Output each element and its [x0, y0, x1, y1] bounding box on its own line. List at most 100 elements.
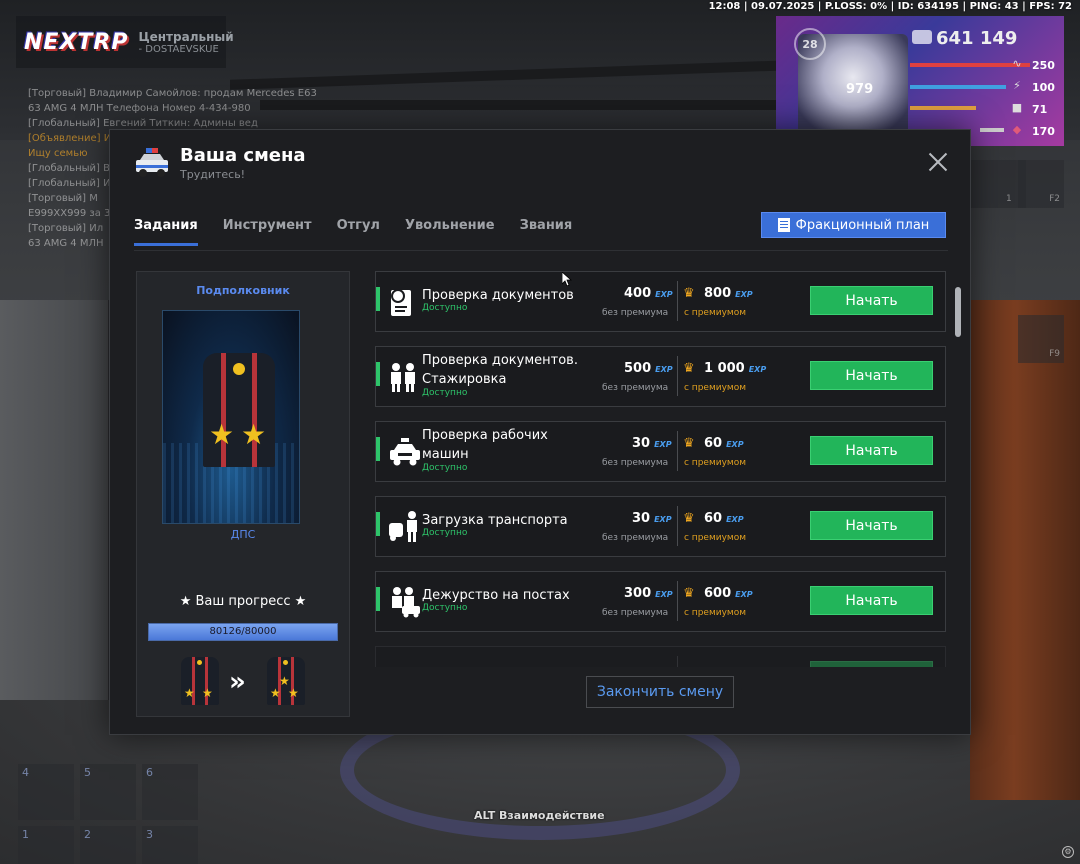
task-status: Доступно [422, 303, 468, 313]
exp-premium: 800 EXP [704, 286, 753, 301]
task-status: Доступно [422, 388, 468, 398]
start-button[interactable]: Начать [810, 511, 933, 540]
tabs-divider [134, 250, 948, 251]
rank-name: Подполковник [196, 284, 290, 297]
modal-header: Ваша смена Трудитесь! [134, 145, 306, 181]
rank-panel: Подполковник ★ ★ ДПС ★ Ваш прогресс ★ 80… [136, 271, 350, 717]
separator [677, 356, 678, 396]
armor-bar [910, 85, 1006, 89]
hotbar-key: 2 [84, 828, 91, 841]
task-row-partial [375, 646, 946, 667]
crown-icon: ♛ [683, 361, 695, 376]
start-button[interactable]: Начать [810, 361, 933, 390]
patrol-post-icon [388, 584, 420, 618]
close-icon[interactable] [928, 152, 948, 172]
task-status: Доступно [422, 463, 468, 473]
hotbar-key: 6 [146, 766, 153, 779]
epaulet-button [233, 363, 245, 375]
side-slot[interactable]: 1 [964, 160, 1026, 208]
exp-base: 30 EXP [632, 436, 672, 451]
faction-plan-label: Фракционный план [795, 217, 930, 233]
exp-base: 300 EXP [624, 586, 673, 601]
task-status: Доступно [422, 528, 468, 538]
side-slot[interactable]: F9 [1018, 315, 1064, 363]
task-row: Проверка рабочих машин Доступно 30 EXP бе… [375, 421, 946, 482]
money-amount: 641 149 [936, 28, 1018, 49]
heartbeat-icon: ∿ [1012, 57, 1022, 70]
server-stats: 12:08 | 09.07.2025 | P.LOSS: 0% | ID: 63… [708, 1, 1072, 12]
rank-department: ДПС [230, 528, 256, 541]
hunger-value: 71 [1032, 103, 1048, 116]
progress-title: ★ Ваш прогресс ★ [179, 594, 307, 609]
player-level: 28 [794, 28, 826, 60]
label-premium: с премиумом [684, 608, 746, 618]
tab-tasks[interactable]: Задания [134, 216, 198, 246]
task-name: Проверка рабочих машин [422, 428, 548, 462]
hotbar-slot[interactable]: 6 [142, 764, 198, 820]
hp-value: 979 [846, 82, 874, 97]
food-icon: ■ [1011, 101, 1023, 114]
crown-icon: ♛ [683, 436, 695, 451]
task-status: Доступно [422, 603, 468, 613]
task-accent [376, 587, 380, 611]
hotbar-slot[interactable]: 5 [80, 764, 136, 820]
faction-plan-button[interactable]: Фракционный план [761, 212, 946, 238]
locker [0, 300, 110, 700]
modal-subtitle: Трудитесь! [180, 168, 246, 181]
modal-tabs: Задания Инструмент Отгул Увольнение Зван… [134, 216, 597, 246]
shift-modal: Ваша смена Трудитесь! Задания Инструмент… [109, 129, 971, 735]
document-icon [777, 218, 790, 232]
hunger-bar [910, 106, 976, 110]
label-no-premium: без премиума [602, 458, 669, 468]
hotbar-slot[interactable]: 3 [142, 826, 198, 864]
exp-base: 30 EXP [632, 511, 672, 526]
start-button[interactable]: Начать [810, 286, 933, 315]
progress-text: 80126/80000 [209, 626, 277, 637]
label-no-premium: без премиума [602, 608, 669, 618]
police-car-icon [388, 434, 420, 468]
exp-premium: 1 000 EXP [704, 361, 767, 376]
task-name: Проверка документов. Стажировка [422, 353, 578, 387]
hotbar-slot[interactable]: 1 [18, 826, 74, 864]
side-slot[interactable]: F2 [1018, 160, 1064, 208]
hotbar-slot[interactable]: 4 [18, 764, 74, 820]
tab-day-off[interactable]: Отгул [337, 216, 380, 246]
officers-icon [388, 359, 418, 393]
next-rank-epaulet: ★ ★ ★ [267, 657, 305, 705]
star-icon: ★ [184, 686, 195, 700]
star-icon: ★ [202, 686, 213, 700]
server-logo-box: NEXTRP Центральный - DOSTAEVSKUE [16, 16, 234, 68]
settings-icon[interactable]: ⚙ [1062, 846, 1074, 858]
label-no-premium: без премиума [602, 308, 669, 318]
hotbar-slot[interactable]: 2 [80, 826, 136, 864]
crown-icon: ♛ [683, 586, 695, 601]
end-shift-button[interactable]: Закончить смену [586, 676, 734, 708]
task-row: Дежурство на постах Доступно 300 EXP без … [375, 571, 946, 632]
district-name: Центральный [138, 29, 234, 44]
tab-ranks[interactable]: Звания [520, 216, 573, 246]
exp-premium: 60 EXP [704, 436, 744, 451]
separator [677, 656, 678, 667]
task-row: Загрузка транспорта Доступно 30 EXP без п… [375, 496, 946, 557]
server-logo: NEXTRP [24, 29, 129, 55]
police-car-icon [134, 146, 170, 180]
label-premium: с премиумом [684, 533, 746, 543]
side-slot-count: 1 [1006, 194, 1012, 204]
task-row: Проверка документов Доступно 400 EXP без … [375, 271, 946, 332]
task-list: Проверка документов Доступно 400 EXP без … [375, 271, 947, 667]
label-premium: с премиумом [684, 308, 746, 318]
wanted-value: 170 [1032, 125, 1055, 138]
task-accent [376, 287, 380, 311]
start-button-partial[interactable] [810, 661, 933, 667]
player-panel: 28 979 641 149 ∿ 250 ⚡ 100 ■ 71 ◆ 170 [776, 16, 1064, 146]
start-button[interactable]: Начать [810, 436, 933, 465]
progress-bar: 80126/80000 [148, 623, 338, 641]
passport-icon [388, 284, 418, 318]
epaulet-image: ★ ★ [203, 353, 275, 467]
side-slot-key: F2 [1049, 194, 1060, 204]
star-icon: ★ [241, 418, 267, 451]
start-button[interactable]: Начать [810, 586, 933, 615]
tab-tool[interactable]: Инструмент [223, 216, 312, 246]
tab-dismissal[interactable]: Увольнение [405, 216, 495, 246]
task-list-scrollbar[interactable] [955, 287, 961, 337]
